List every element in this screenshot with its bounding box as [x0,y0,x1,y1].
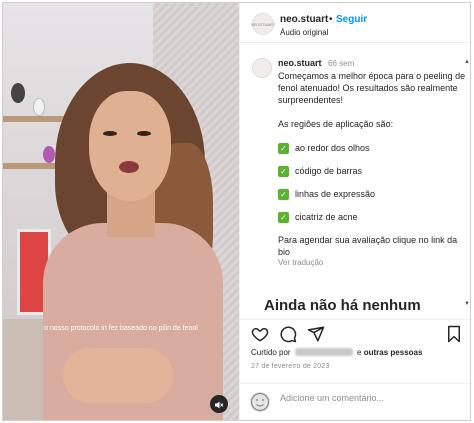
figurine [33,98,45,116]
separator-dot: • [329,14,333,25]
liked-by: Curtido por e outras pessoas [251,348,422,357]
others-link[interactable]: outras pessoas [364,348,423,357]
caption-text: neo.stuart 66 sem Começamos a melhor épo… [278,57,468,307]
caption-cta: Para agendar sua avaliação clique no lin… [278,235,458,257]
caption-username[interactable]: neo.stuart [278,58,322,68]
region-label: linhas de expressão [295,189,376,199]
liked-and: e [357,348,362,357]
follow-button[interactable]: Seguir [336,14,367,25]
speaker-muted-icon [215,401,224,409]
blurred-username[interactable] [294,348,353,356]
caption-header: neo.stuart 66 sem [278,57,468,70]
caption-avatar[interactable] [252,58,272,78]
translate-link[interactable]: Ver tradução [278,257,468,269]
list-item: ✓ ao redor dos olhos [278,142,468,154]
figurine [11,83,25,103]
mute-button[interactable] [210,395,228,413]
list-item: ✓ linhas de expressão [278,188,468,200]
comment-bar [240,383,470,420]
list-item: ✓ cicatriz de acne [278,211,468,223]
check-icon: ✓ [278,188,289,200]
region-label: ao redor dos olhos [295,143,370,153]
person-eye [137,131,151,136]
audio-label[interactable]: Áudio original [280,28,328,37]
header-username[interactable]: neo.stuart [280,14,328,25]
post-date[interactable]: 27 de fevereiro de 2023 [251,363,330,370]
comment-icon[interactable] [278,325,298,345]
caption-intro: Começamos a melhor época para o peeling … [278,71,466,105]
post-header: NEOSTUART neo.stuart • Seguir Áudio orig… [240,3,470,43]
comment-input[interactable] [280,393,430,403]
figurine [43,146,55,163]
region-label: cicatriz de acne [295,212,358,222]
video-subtitle: o nosso protocolo in fez baseado no pili… [44,325,198,332]
post-window: o nosso protocolo in fez baseado no pili… [2,2,471,421]
no-comments-heading: Ainda não há nenhum [264,297,421,314]
check-icon: ✓ [278,165,289,177]
scroll-down-icon[interactable]: ▼ [464,301,470,307]
person-eye [103,131,117,136]
region-label: código de barras [295,166,363,176]
emoji-icon[interactable] [250,392,270,412]
person-mouth [119,161,139,173]
share-icon[interactable] [306,325,326,345]
regions-title: As regiões de aplicação são: [278,119,394,129]
post-details-panel: NEOSTUART neo.stuart • Seguir Áudio orig… [239,3,470,420]
heart-icon[interactable] [250,325,270,345]
check-icon: ✓ [278,142,289,154]
caption-time[interactable]: 66 sem [328,59,354,68]
reel-video[interactable]: o nosso protocolo in fez baseado no pili… [3,3,239,420]
bookmark-icon[interactable] [444,325,464,345]
avatar[interactable]: NEOSTUART [250,13,276,35]
person-hands [63,348,173,403]
avatar-text: NEOSTUART [250,21,276,27]
shelf [3,163,63,169]
person-face [89,91,171,201]
list-item: ✓ código de barras [278,165,468,177]
check-icon: ✓ [278,211,289,223]
liked-prefix: Curtido por [251,348,291,357]
post-actions: Curtido por e outras pessoas 27 de fever… [240,319,470,420]
